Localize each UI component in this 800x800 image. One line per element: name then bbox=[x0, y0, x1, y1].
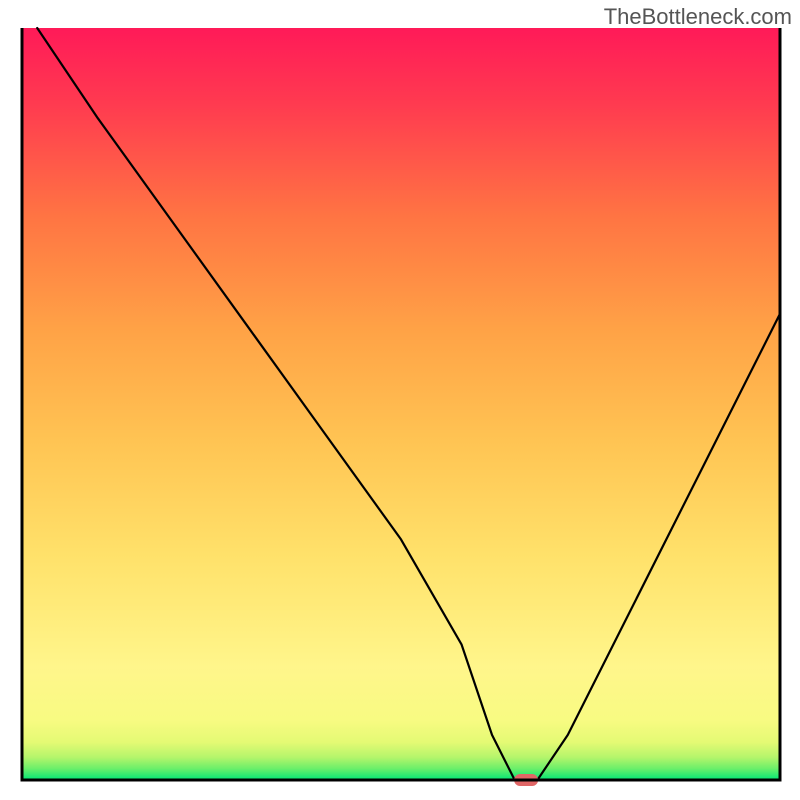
attribution-label: TheBottleneck.com bbox=[604, 4, 792, 30]
plot-background bbox=[22, 28, 780, 780]
bottleneck-chart bbox=[0, 0, 800, 800]
chart-frame: TheBottleneck.com bbox=[0, 0, 800, 800]
